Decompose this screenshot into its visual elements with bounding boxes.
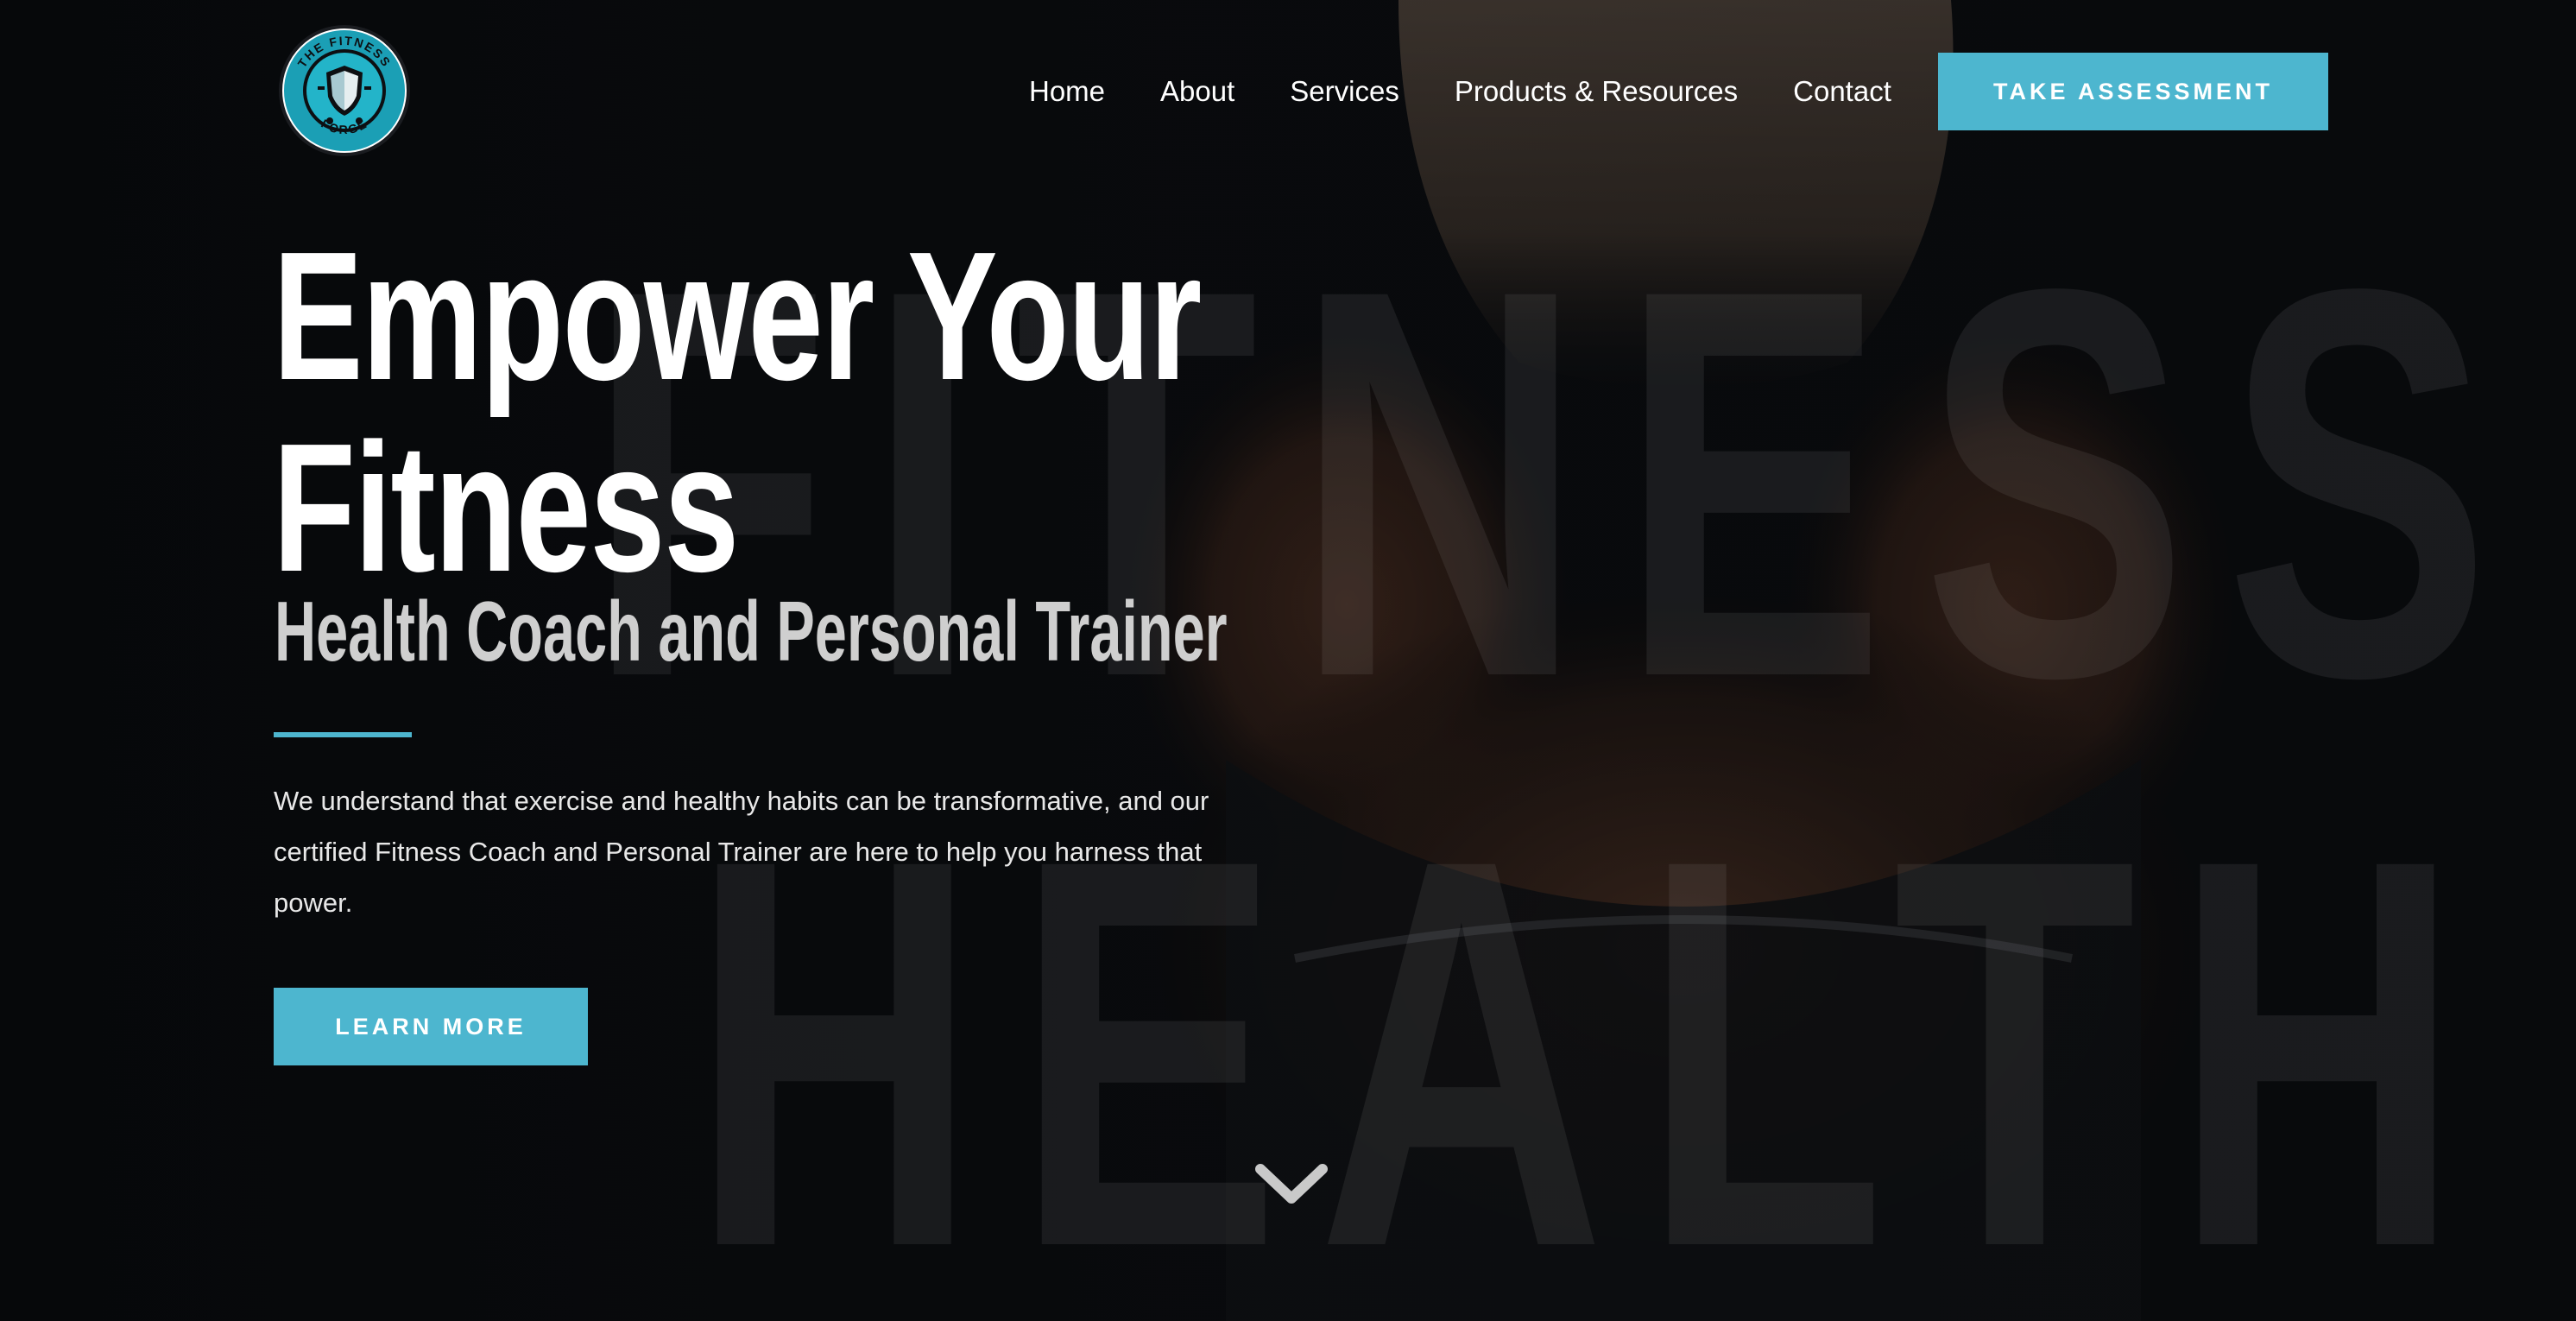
main-nav: Home About Services Products & Resources…	[1029, 73, 1891, 111]
the-fitness-forge-logo[interactable]: THE FITNESS FORGE	[278, 24, 411, 157]
nav-about[interactable]: About	[1160, 75, 1234, 108]
take-assessment-button[interactable]: TAKE ASSESSMENT	[1938, 53, 2328, 130]
hero-headline: Empower Your Fitness	[273, 213, 1202, 610]
chevron-down-icon[interactable]	[1253, 1160, 1329, 1209]
hero-section: FITNESS HEALTH THE FITNESS FORGE Home Ab…	[0, 0, 2576, 1321]
hero-description: We understand that exercise and healthy …	[274, 786, 1209, 918]
nav-contact[interactable]: Contact	[1793, 75, 1891, 108]
nav-services[interactable]: Services	[1290, 75, 1399, 108]
learn-more-button[interactable]: LEARN MORE	[274, 988, 588, 1065]
nav-products-resources[interactable]: Products & Resources	[1455, 75, 1738, 108]
nav-home[interactable]: Home	[1029, 75, 1105, 108]
accent-divider	[274, 732, 412, 737]
hero-subheadline: Health Coach and Personal Trainer	[275, 584, 1228, 679]
